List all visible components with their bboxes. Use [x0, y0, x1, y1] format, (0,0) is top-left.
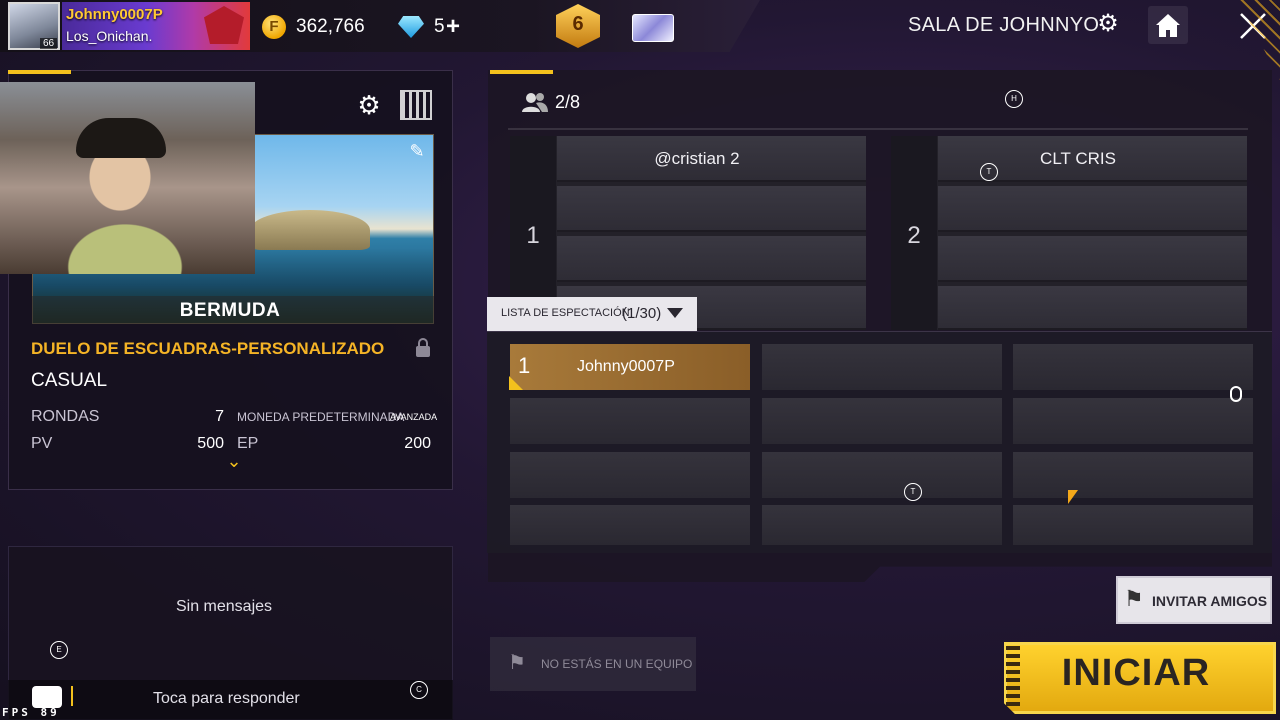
chat-caret [71, 686, 73, 706]
home-button[interactable] [1148, 6, 1188, 44]
team-1-number: 1 [526, 222, 540, 249]
team-2-slot-2[interactable] [938, 186, 1247, 232]
invite-friends-label: INVITAR AMIGOS [1152, 593, 1268, 609]
players-icon [521, 91, 549, 113]
invite-flag-icon: ⚑ [1124, 586, 1144, 611]
game-mode-type: CASUAL [31, 370, 108, 391]
rounds-label: RONDAS [31, 408, 100, 425]
team-1-slot-3[interactable] [557, 236, 866, 282]
lock-icon [415, 338, 431, 358]
spectator-slot-12[interactable] [1013, 505, 1253, 545]
expand-chevron-down-icon[interactable]: ⌄ [224, 452, 244, 470]
team-1-slot-2[interactable] [557, 186, 866, 232]
spectator-slot-10[interactable] [510, 505, 750, 545]
marker-e: E [50, 641, 68, 659]
player-name: Johnny0007P [66, 6, 163, 23]
spectator-slot-7[interactable] [510, 452, 750, 498]
spectator-slot-5[interactable] [762, 398, 1002, 444]
room-title: SALA DE JOHNNYO [908, 14, 1100, 36]
hand-cursor-icon [1230, 386, 1242, 402]
fps-counter: FPS 89 [2, 706, 60, 719]
chat-empty-text: Sin mensajes [175, 598, 273, 615]
team-2-slot-3[interactable] [938, 236, 1247, 282]
game-mode-title: DUELO DE ESCUADRAS-PERSONALIZADO [31, 339, 385, 358]
chat-reply-placeholder[interactable]: Toca para responder [153, 690, 300, 708]
lobby-divider [508, 128, 1248, 130]
panel-accent-bar [8, 70, 71, 74]
spectator-slot-3[interactable] [1013, 344, 1253, 390]
not-in-team-label: NO ESTÁS EN UN EQUIPO [541, 657, 693, 671]
rank-level: 6 [572, 13, 584, 35]
webcam-person [76, 118, 166, 158]
spectator-slot-2[interactable] [762, 344, 1002, 390]
map-change-icon[interactable]: ✎ [404, 138, 430, 164]
player-guild: Los_Onichan. [66, 28, 153, 44]
add-diamonds-button[interactable]: + [446, 13, 460, 41]
team-1-slot-1-player: @cristian 2 [654, 149, 740, 168]
start-button-label: INICIAR [1061, 652, 1211, 694]
default-currency-value: AVANZADA [390, 412, 438, 422]
marker-t2: T [904, 483, 922, 501]
elite-pass-card-button[interactable] [632, 14, 674, 42]
team-2-slot-4[interactable] [938, 286, 1247, 330]
qr-share-icon[interactable] [400, 90, 432, 120]
hp-value: 500 [197, 435, 224, 452]
spectator-slot-6[interactable] [1013, 398, 1253, 444]
spectator-count: (1/30) [622, 305, 662, 322]
team-flag-icon: ⚑ [508, 652, 526, 674]
marker-t1: T [980, 163, 998, 181]
lobby-accent-bar [490, 70, 553, 74]
spectator-slot-11[interactable] [762, 505, 1002, 545]
player-level: 66 [40, 38, 58, 49]
marker-c: C [410, 681, 428, 699]
marker-h: H [1005, 90, 1023, 108]
room-config-gear-icon[interactable]: ⚙ [354, 90, 384, 120]
host-flag-icon [509, 376, 523, 390]
diamond-count: 5 [434, 16, 445, 37]
spectator-list-label: LISTA DE ESPECTACIÓN [501, 307, 630, 319]
streamer-webcam-overlay [0, 82, 255, 274]
spectator-slot-8[interactable] [762, 452, 1002, 498]
spectator-slot-4[interactable] [510, 398, 750, 444]
player-count: 2/8 [555, 92, 581, 112]
map-island-graphic [250, 210, 370, 250]
team-2-number: 2 [907, 222, 921, 249]
home-icon [1156, 14, 1180, 37]
spectator-slot-9[interactable] [1013, 452, 1253, 498]
coin-count: 362,766 [296, 16, 365, 37]
chat-bubble-icon[interactable] [32, 686, 62, 708]
spectator-dropdown-caret-icon[interactable] [667, 308, 683, 318]
team-2-slot-1-player: CLT CRIS [1040, 149, 1116, 168]
ep-value: 200 [404, 435, 431, 452]
default-currency-label: MONEDA PREDETERMINADA [237, 410, 405, 424]
rounds-value: 7 [215, 408, 224, 425]
hp-label: PV [31, 435, 53, 452]
spectator-slot-1-name: Johnny0007P [577, 358, 675, 375]
map-name: BERMUDA [179, 300, 281, 321]
gold-coin-icon: F [262, 15, 286, 39]
room-settings-gear-icon[interactable]: ⚙ [1096, 12, 1120, 36]
pointer-cursor-icon [1068, 490, 1078, 504]
